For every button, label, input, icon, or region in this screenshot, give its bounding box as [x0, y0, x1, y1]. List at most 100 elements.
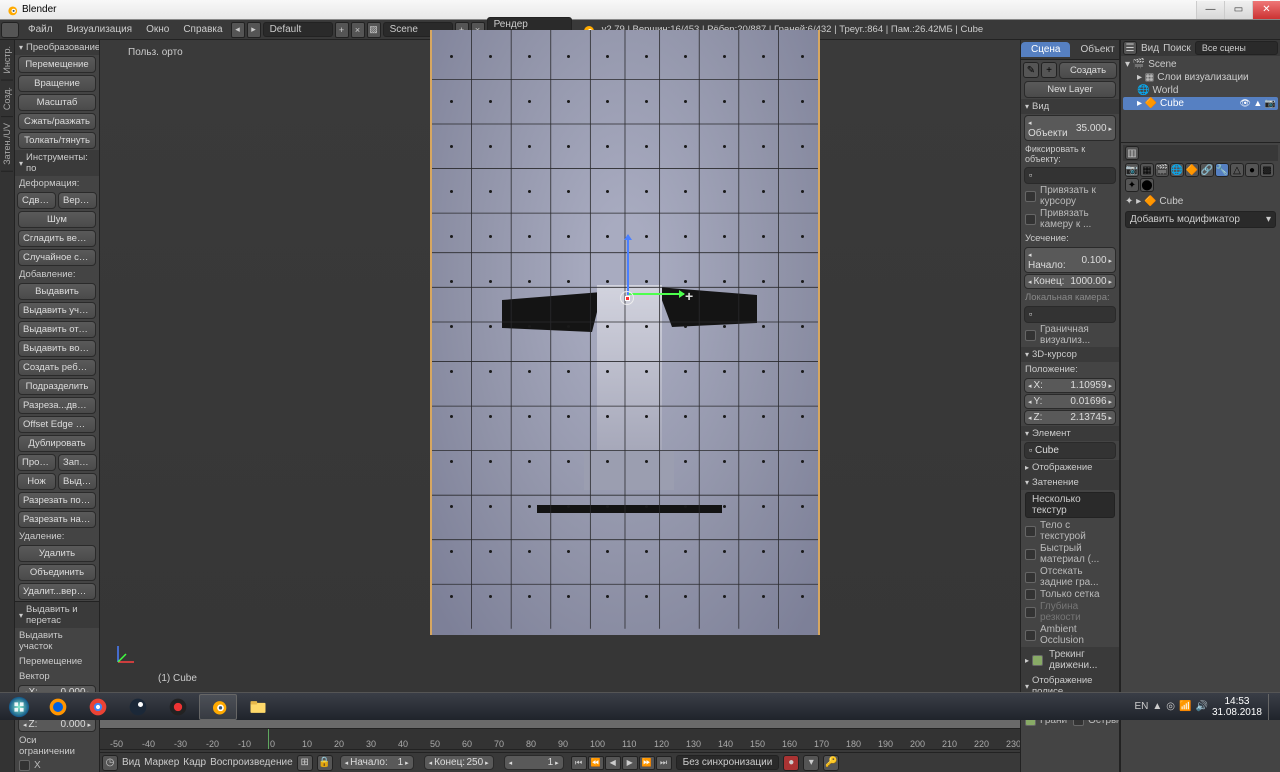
- operator-panel-header[interactable]: Выдавить и перетас: [15, 602, 99, 628]
- window-maximize-button[interactable]: ▭: [1224, 1, 1252, 19]
- new-layer-button[interactable]: New Layer: [1024, 81, 1116, 98]
- tl-menu-view[interactable]: Вид: [122, 757, 140, 768]
- tool-extrude-along[interactable]: Выдавить вовн...: [18, 340, 96, 357]
- gizmo-z-axis[interactable]: [627, 235, 629, 295]
- timeline-editor-icon[interactable]: ◷: [102, 755, 118, 771]
- backface-checkbox[interactable]: [1025, 572, 1036, 583]
- add-icon[interactable]: +: [1041, 62, 1057, 78]
- tl-menu-play[interactable]: Воспроизведение: [210, 757, 293, 768]
- lock-object-field[interactable]: ▫: [1024, 167, 1116, 184]
- outliner-menu-view[interactable]: Вид: [1141, 43, 1159, 54]
- window-minimize-button[interactable]: —: [1196, 1, 1224, 19]
- range-lock-icon[interactable]: 🔒: [317, 755, 333, 771]
- taskbar-steam[interactable]: [119, 694, 157, 720]
- prop-physics-icon[interactable]: ⬤: [1140, 178, 1154, 192]
- range-icon[interactable]: ⊞: [297, 755, 313, 771]
- menu-help[interactable]: Справка: [177, 22, 228, 37]
- key-insert-icon[interactable]: 🔑: [823, 755, 839, 771]
- prop-world-icon[interactable]: 🌐: [1170, 163, 1184, 177]
- layout-add-button[interactable]: +: [335, 22, 349, 38]
- tab-create[interactable]: Созд.: [1, 81, 13, 117]
- editor-type-icon[interactable]: [1, 22, 19, 38]
- tab-uv[interactable]: Затен./UV: [1, 117, 13, 172]
- view3d-viewport[interactable]: Польз. орто (1) Cube: [100, 40, 1020, 694]
- tool-fill[interactable]: Запол.: [58, 454, 97, 471]
- scene-browse-icon[interactable]: ▨: [367, 22, 381, 38]
- matcap-checkbox[interactable]: [1025, 549, 1036, 560]
- keyframe-prev-button[interactable]: ⏪: [588, 756, 604, 770]
- npanel-cursor-header[interactable]: 3D-курсор: [1021, 347, 1119, 362]
- npanel-tab-scene[interactable]: Сцена: [1021, 42, 1070, 57]
- prop-constraint-icon[interactable]: 🔗: [1200, 163, 1214, 177]
- only-mesh-checkbox[interactable]: [1025, 589, 1036, 600]
- tool-extrude-region[interactable]: Выдавить участ...: [18, 302, 96, 319]
- tool-delete[interactable]: Удалить: [18, 545, 96, 562]
- prop-data-icon[interactable]: △: [1230, 163, 1244, 177]
- tool-smooth[interactable]: Сгладить верш...: [18, 230, 96, 247]
- lock-camera-checkbox[interactable]: [1025, 214, 1036, 225]
- tray-network-icon[interactable]: 📶: [1179, 701, 1191, 712]
- tool-extrude[interactable]: Выдавить: [18, 283, 96, 300]
- menu-file[interactable]: Файл: [22, 22, 59, 37]
- prop-material-icon[interactable]: ●: [1245, 163, 1259, 177]
- keyframe-next-button[interactable]: ⏩: [639, 756, 655, 770]
- npanel-tab-object[interactable]: Объект: [1070, 42, 1120, 57]
- outliner-menu-search[interactable]: Поиск: [1163, 43, 1191, 54]
- screen-layout-dropdown[interactable]: Default: [263, 22, 333, 37]
- tool-merge[interactable]: Объединить: [18, 564, 96, 581]
- tool-noise[interactable]: Шум: [18, 211, 96, 228]
- outliner-editor-icon[interactable]: ☰: [1123, 41, 1137, 55]
- prop-particles-icon[interactable]: ✦: [1125, 178, 1139, 192]
- prop-render-icon[interactable]: 📷: [1125, 163, 1139, 177]
- border-render-checkbox[interactable]: [1025, 330, 1036, 341]
- lang-indicator[interactable]: EN: [1134, 701, 1148, 712]
- tool-translate[interactable]: Перемещение: [18, 56, 96, 73]
- jump-start-button[interactable]: ⏮: [571, 756, 587, 770]
- props-editor-icon[interactable]: ▥: [1125, 146, 1139, 160]
- tab-tools[interactable]: Инстр.: [1, 40, 13, 81]
- tool-del-verts[interactable]: Удалит...вершины: [18, 583, 96, 600]
- dof-checkbox[interactable]: [1025, 607, 1036, 618]
- npanel-view-header[interactable]: Вид: [1021, 99, 1119, 114]
- tool-vertex[interactable]: Вершин: [58, 192, 97, 209]
- tool-offset[interactable]: Offset Edge Slide: [18, 416, 96, 433]
- panel-transform-header[interactable]: Преобразование: [15, 40, 99, 55]
- outliner-mode-dropdown[interactable]: Все сцены: [1195, 41, 1278, 55]
- breadcrumb-cube[interactable]: Cube: [1159, 196, 1183, 207]
- prop-texture-icon[interactable]: ▩: [1260, 163, 1274, 177]
- tool-knife[interactable]: Нож: [17, 473, 56, 490]
- cursor-z-field[interactable]: Z:2.13745: [1024, 410, 1116, 425]
- tool-rotate[interactable]: Вращение: [18, 75, 96, 92]
- show-desktop-button[interactable]: [1268, 694, 1276, 720]
- npanel-elem-header[interactable]: Элемент: [1021, 426, 1119, 441]
- tray-flag-icon[interactable]: ▲: [1152, 701, 1162, 712]
- tool-spin[interactable]: Прокрут.: [17, 454, 56, 471]
- back-button[interactable]: ◂: [231, 22, 245, 38]
- menu-window[interactable]: Окно: [140, 22, 175, 37]
- frame-start-field[interactable]: Начало:1: [340, 755, 414, 770]
- npanel-track-header[interactable]: Трекинг движени...: [1021, 647, 1119, 673]
- frame-end-field[interactable]: Конец:250: [424, 755, 494, 770]
- tool-push[interactable]: Толкать/тянуть: [18, 132, 96, 149]
- tl-menu-marker[interactable]: Маркер: [144, 757, 179, 768]
- prop-modifier-icon[interactable]: 🔧: [1215, 163, 1229, 177]
- prop-object-icon[interactable]: 🔶: [1185, 163, 1199, 177]
- autokey-icon[interactable]: ●: [783, 755, 799, 771]
- ao-checkbox[interactable]: [1025, 630, 1036, 641]
- tray-steam-icon[interactable]: ◎: [1166, 701, 1175, 712]
- play-button[interactable]: ▶: [622, 756, 638, 770]
- brush-icon[interactable]: ✎: [1023, 62, 1039, 78]
- menu-render[interactable]: Визуализация: [61, 22, 138, 37]
- taskbar-blender[interactable]: [199, 694, 237, 720]
- window-close-button[interactable]: ✕: [1252, 1, 1280, 19]
- outliner-tree[interactable]: ▾ 🎬Scene ▸ ▦Слои визуализации 🌐World ▸ 🔶…: [1121, 56, 1280, 142]
- clip-end-field[interactable]: Конец:1000.00: [1024, 274, 1116, 289]
- fwd-button[interactable]: ▸: [247, 22, 261, 38]
- elem-name-field[interactable]: ▫ Cube: [1024, 442, 1116, 459]
- local-cam-field[interactable]: ▫: [1024, 306, 1116, 323]
- keying-set-icon[interactable]: ▾: [803, 755, 819, 771]
- taskbar-clock[interactable]: 14:5331.08.2018: [1212, 696, 1262, 718]
- tool-extrude-indiv[interactable]: Выдавить отде...: [18, 321, 96, 338]
- sync-dropdown[interactable]: Без синхронизации: [676, 755, 780, 770]
- panel-deform-header[interactable]: Инструменты: по: [15, 150, 99, 176]
